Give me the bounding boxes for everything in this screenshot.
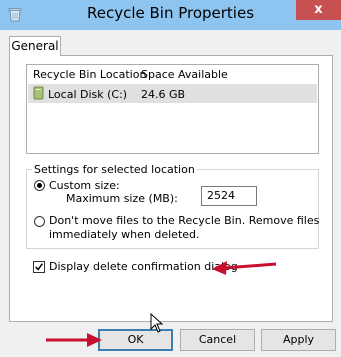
recycle-bin-properties-window: Recycle Bin Properties x General Recycle… (0, 0, 341, 357)
column-header-location[interactable]: Recycle Bin Location (33, 68, 146, 81)
mouse-cursor-icon (150, 313, 164, 333)
dont-move-files-label-line2[interactable]: immediately when deleted. (49, 228, 200, 241)
window-title: Recycle Bin Properties (86, 4, 255, 22)
max-size-label: Maximum size (MB): (66, 192, 178, 205)
checkmark-icon (35, 263, 43, 271)
apply-button[interactable]: Apply (261, 329, 336, 351)
tab-general[interactable]: General (9, 36, 61, 56)
title-bar[interactable]: Recycle Bin Properties x (0, 0, 341, 30)
dont-move-files-radio[interactable] (34, 216, 45, 227)
settings-group-label: Settings for selected location (32, 163, 197, 176)
dont-move-files-label[interactable]: Don't move files to the Recycle Bin. Rem… (49, 214, 319, 227)
custom-size-label[interactable]: Custom size: (49, 179, 120, 192)
annotation-arrow-ok-icon (46, 333, 102, 347)
cancel-button[interactable]: Cancel (180, 329, 255, 351)
column-header-space[interactable]: Space Available (141, 68, 228, 81)
custom-size-radio[interactable] (34, 180, 45, 191)
close-icon: x (314, 2, 323, 17)
annotation-arrow-checkbox-icon (212, 261, 277, 275)
confirm-delete-checkbox[interactable] (33, 261, 45, 273)
max-size-input[interactable]: 2524 (201, 186, 257, 206)
space-cell: 24.6 GB (141, 88, 186, 101)
close-button[interactable]: x (296, 0, 341, 20)
local-disk-icon (33, 86, 44, 100)
location-cell: Local Disk (C:) (48, 88, 128, 101)
